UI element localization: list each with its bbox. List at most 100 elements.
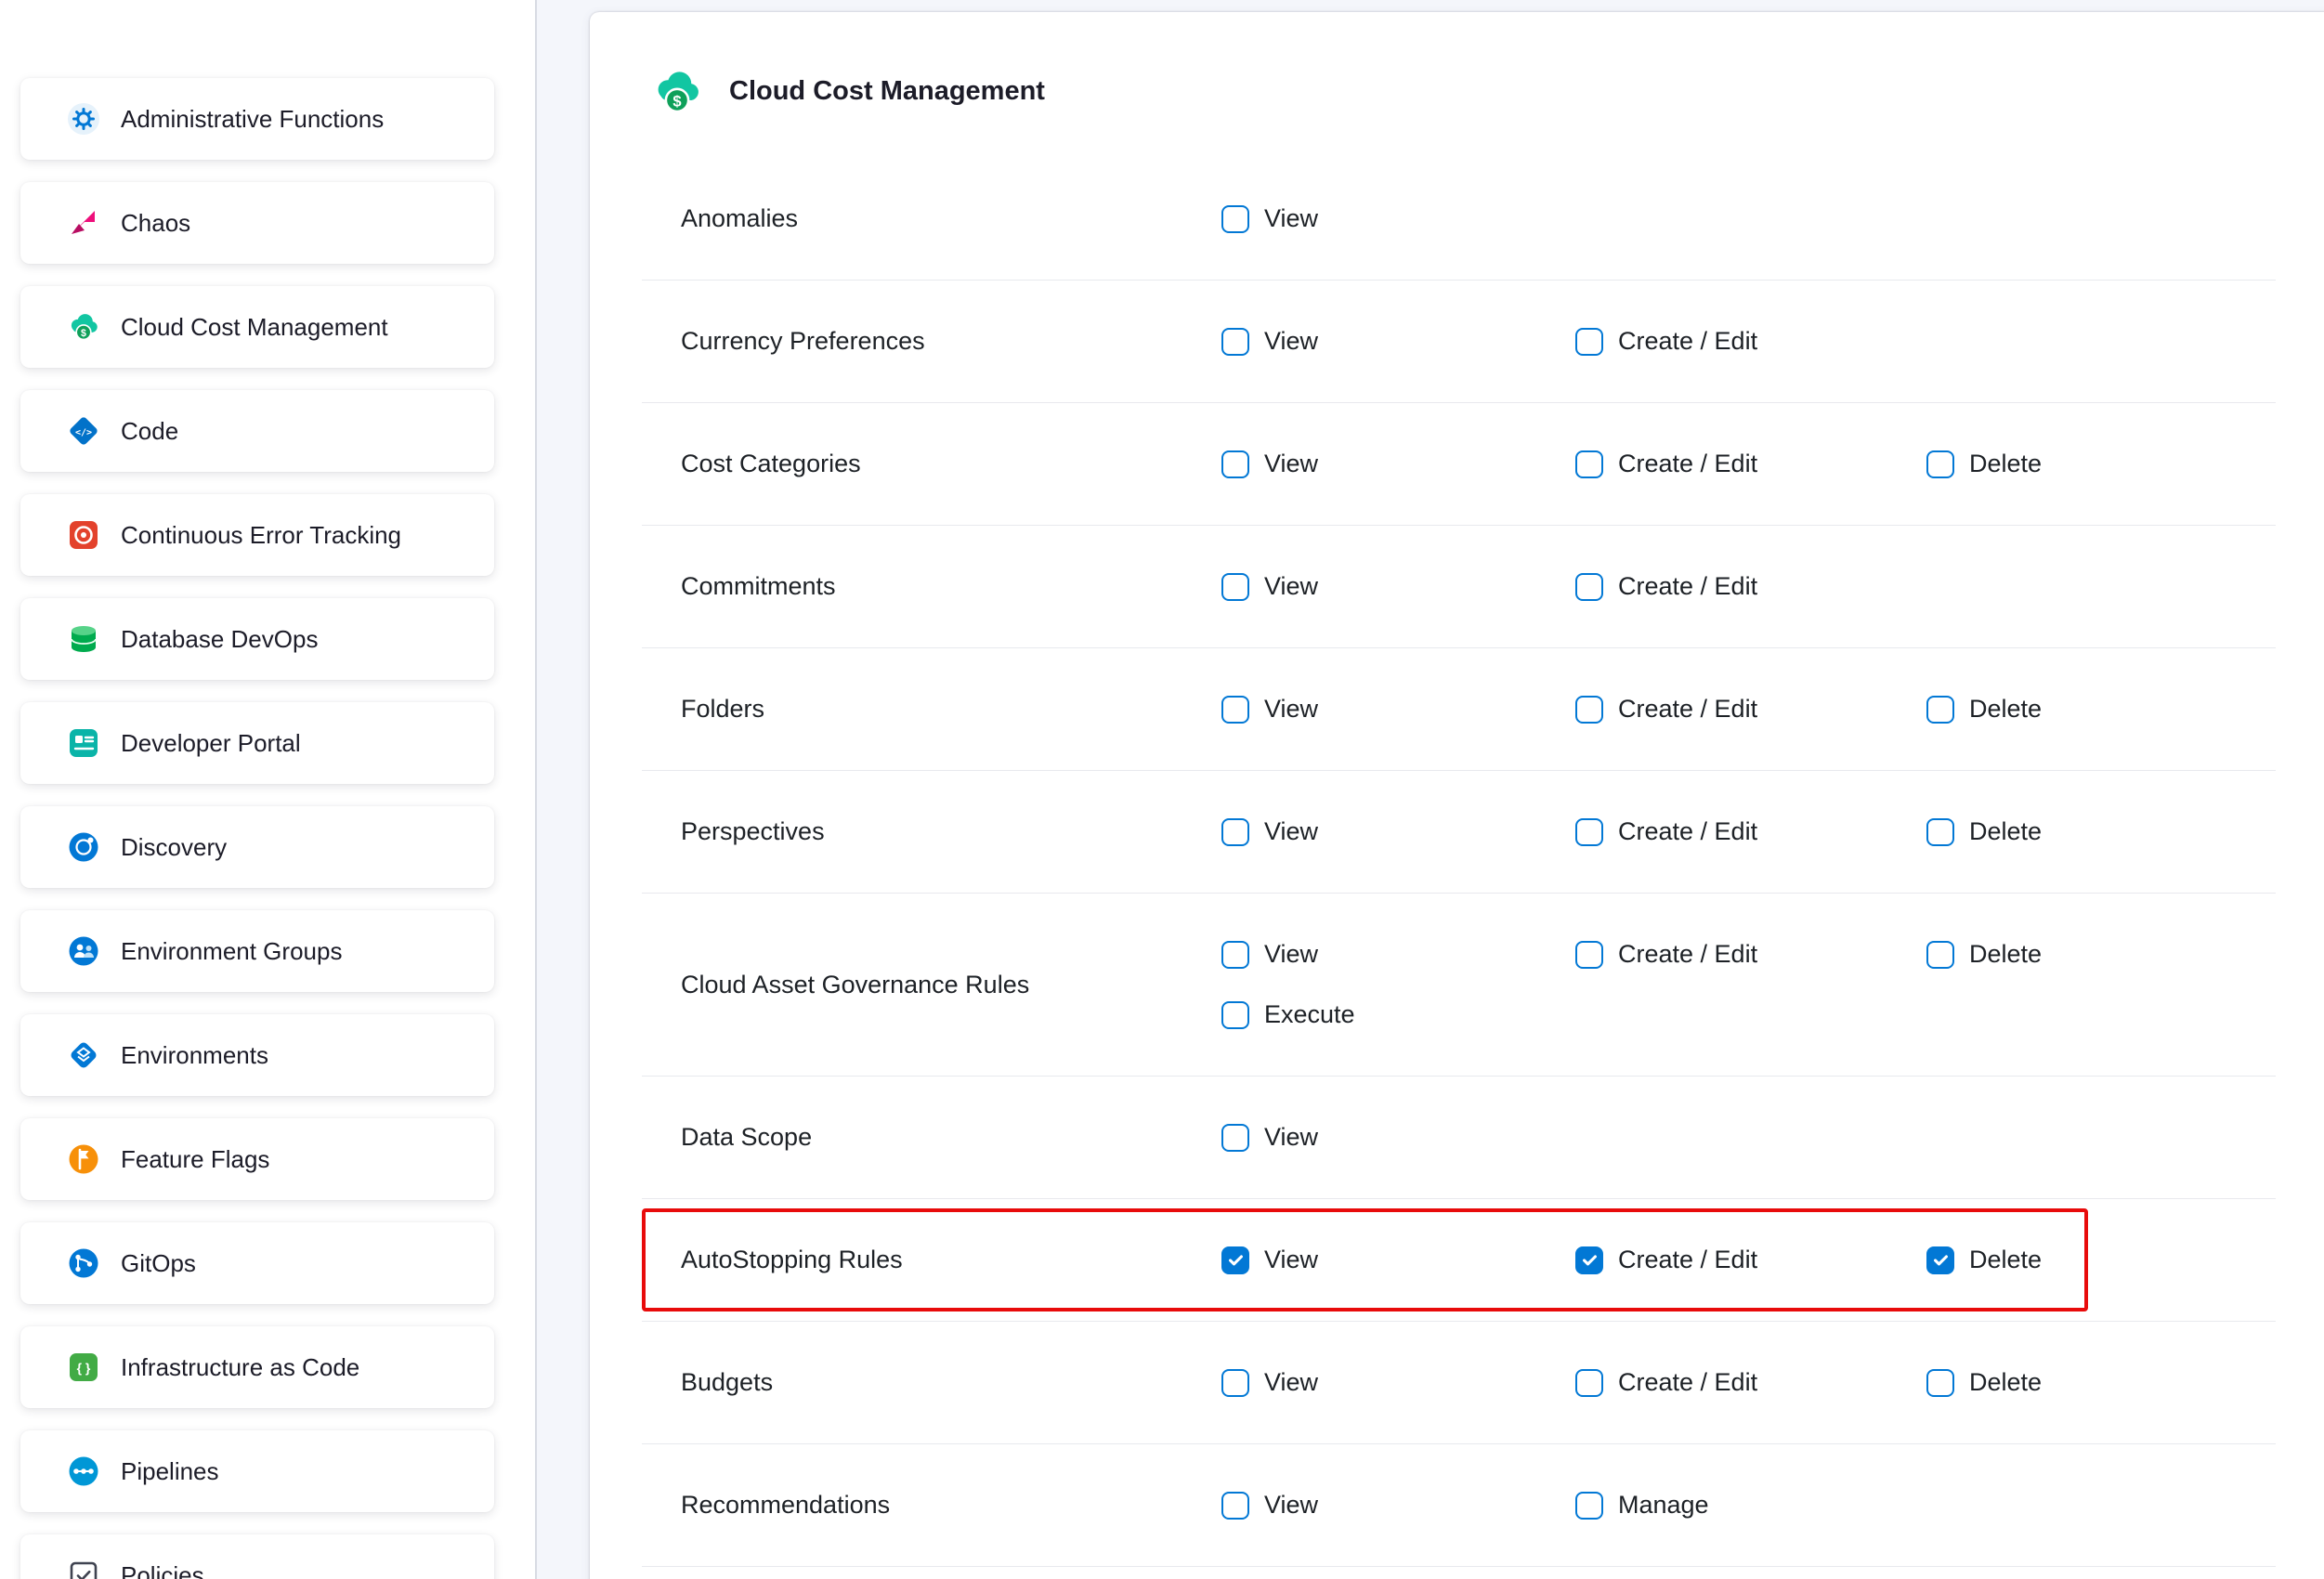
permission-create-edit: Create / Edit xyxy=(1575,817,1926,846)
permission-options: ViewCreate / EditDelete xyxy=(1221,817,2276,846)
permission-label: Delete xyxy=(1969,695,2042,724)
sidebar-item-cloud-cost-management[interactable]: $ Cloud Cost Management xyxy=(20,286,494,368)
sidebar-item-policies[interactable]: Policies xyxy=(20,1534,494,1579)
environment-groups-icon xyxy=(67,934,100,968)
permission-options: ViewCreate / EditDeleteExecute xyxy=(1221,940,2276,1029)
currency-preferences-view-checkbox[interactable] xyxy=(1221,328,1249,356)
cloud-dollar-icon: $ xyxy=(651,68,703,116)
permission-label: View xyxy=(1264,1491,1318,1520)
sidebar-item-administrative-functions[interactable]: Administrative Functions xyxy=(20,78,494,160)
anomalies-view-checkbox[interactable] xyxy=(1221,205,1249,233)
permission-label: Create / Edit xyxy=(1618,1246,1757,1274)
policies-icon xyxy=(67,1559,100,1579)
permission-category-label: Budgets xyxy=(642,1368,1221,1397)
sidebar-item-label: Cloud Cost Management xyxy=(121,313,388,342)
autostopping-rules-create-edit-checkbox[interactable] xyxy=(1575,1246,1603,1274)
permission-label: Execute xyxy=(1264,1000,1355,1029)
sidebar-item-label: Administrative Functions xyxy=(121,105,384,134)
perspectives-create-edit-checkbox[interactable] xyxy=(1575,818,1603,846)
sidebar-item-label: Code xyxy=(121,417,178,446)
permission-category-label: Cost Categories xyxy=(642,450,1221,478)
folders-view-checkbox[interactable] xyxy=(1221,696,1249,724)
permission-row-cost-categories: Cost CategoriesViewCreate / EditDelete xyxy=(642,403,2276,526)
permission-label: View xyxy=(1264,817,1318,846)
permission-label: Create / Edit xyxy=(1618,450,1757,478)
sidebar-item-code[interactable]: </>Code xyxy=(20,390,494,472)
permission-delete: Delete xyxy=(1926,695,2276,724)
permission-options: ViewCreate / EditDelete xyxy=(1221,695,2276,724)
cost-categories-delete-checkbox[interactable] xyxy=(1926,450,1954,478)
budgets-view-checkbox[interactable] xyxy=(1221,1369,1249,1397)
cost-categories-create-edit-checkbox[interactable] xyxy=(1575,450,1603,478)
permission-options: View Manage xyxy=(1221,1491,2276,1520)
data-scope-view-checkbox[interactable] xyxy=(1221,1124,1249,1152)
portal-icon xyxy=(67,726,100,760)
permission-view: View xyxy=(1221,1123,1575,1152)
permission-row-currency-preferences: Currency PreferencesViewCreate / Edit xyxy=(642,281,2276,403)
sidebar-item-environments[interactable]: Environments xyxy=(20,1014,494,1096)
sidebar-item-label: Pipelines xyxy=(121,1457,219,1486)
autostopping-rules-view-checkbox[interactable] xyxy=(1221,1246,1249,1274)
permission-label: View xyxy=(1264,1368,1318,1397)
sidebar-item-pipelines[interactable]: Pipelines xyxy=(20,1430,494,1512)
permission-label: Create / Edit xyxy=(1618,817,1757,846)
cloud-asset-governance-rules-delete-checkbox[interactable] xyxy=(1926,941,1954,969)
permission-row-cloud-asset-governance-rules: Cloud Asset Governance RulesViewCreate /… xyxy=(642,894,2276,1077)
commitments-create-edit-checkbox[interactable] xyxy=(1575,573,1603,601)
sidebar-item-chaos[interactable]: Chaos xyxy=(20,182,494,264)
budgets-create-edit-checkbox[interactable] xyxy=(1575,1369,1603,1397)
folders-delete-checkbox[interactable] xyxy=(1926,696,1954,724)
budgets-delete-checkbox[interactable] xyxy=(1926,1369,1954,1397)
perspectives-delete-checkbox[interactable] xyxy=(1926,818,1954,846)
cloud-asset-governance-rules-execute-checkbox[interactable] xyxy=(1221,1001,1249,1029)
permission-create-edit: Create / Edit xyxy=(1575,695,1926,724)
permission-options: View xyxy=(1221,1123,2276,1152)
permission-execute: Execute xyxy=(1221,1000,1575,1029)
permission-category-label: Anomalies xyxy=(642,204,1221,233)
gear-icon xyxy=(67,102,100,136)
cloud-asset-governance-rules-view-checkbox[interactable] xyxy=(1221,941,1249,969)
perspectives-view-checkbox[interactable] xyxy=(1221,818,1249,846)
folders-create-edit-checkbox[interactable] xyxy=(1575,696,1603,724)
sidebar-item-label: Database DevOps xyxy=(121,625,318,654)
permission-view: View xyxy=(1221,940,1575,969)
commitments-view-checkbox[interactable] xyxy=(1221,573,1249,601)
recommendations-manage-checkbox[interactable] xyxy=(1575,1492,1603,1520)
permission-category-label: Folders xyxy=(642,695,1221,724)
module-list: Administrative Functions Chaos $ Cloud Cost… xyxy=(0,78,535,1579)
sidebar-item-discovery[interactable]: Discovery xyxy=(20,806,494,888)
autostopping-rules-delete-checkbox[interactable] xyxy=(1926,1246,1954,1274)
permission-row-recommendations: RecommendationsViewManage xyxy=(642,1444,2276,1567)
cloud-dollar-icon: $ xyxy=(67,310,100,344)
sidebar-item-continuous-error-tracking[interactable]: Continuous Error Tracking xyxy=(20,494,494,576)
sidebar-item-infrastructure-as-code[interactable]: { } Infrastructure as Code xyxy=(20,1326,494,1408)
currency-preferences-create-edit-checkbox[interactable] xyxy=(1575,328,1603,356)
permission-options: ViewCreate / EditDelete xyxy=(1221,1368,2276,1397)
sidebar-item-feature-flags[interactable]: Feature Flags xyxy=(20,1118,494,1200)
svg-text:{ }: { } xyxy=(77,1361,91,1376)
main-content: $ Cloud Cost Management AnomaliesViewCur… xyxy=(537,0,2324,1579)
sidebar-item-label: Discovery xyxy=(121,833,227,862)
sidebar-item-gitops[interactable]: GitOps xyxy=(20,1222,494,1304)
recommendations-view-checkbox[interactable] xyxy=(1221,1492,1249,1520)
permission-view: View xyxy=(1221,1368,1575,1397)
permission-view: View xyxy=(1221,1491,1575,1520)
sidebar-item-environment-groups[interactable]: Environment Groups xyxy=(20,910,494,992)
sidebar-item-developer-portal[interactable]: Developer Portal xyxy=(20,702,494,784)
cloud-asset-governance-rules-create-edit-checkbox[interactable] xyxy=(1575,941,1603,969)
permission-view: View xyxy=(1221,327,1575,356)
flag-icon xyxy=(67,1142,100,1176)
permission-delete: Delete xyxy=(1926,450,2276,478)
permission-view: View xyxy=(1221,572,1575,601)
permission-label: View xyxy=(1264,327,1318,356)
sidebar-item-database-devops[interactable]: Database DevOps xyxy=(20,598,494,680)
permission-category-label: Perspectives xyxy=(642,817,1221,846)
permission-manage: Manage xyxy=(1575,1491,1926,1520)
permission-view: View xyxy=(1221,1246,1575,1274)
permission-create-edit: Create / Edit xyxy=(1575,450,1926,478)
sidebar-item-label: Infrastructure as Code xyxy=(121,1353,359,1382)
permission-row-perspectives: PerspectivesViewCreate / EditDelete xyxy=(642,771,2276,894)
page-title: Cloud Cost Management xyxy=(729,76,1045,107)
permission-create-edit: Create / Edit xyxy=(1575,327,1926,356)
cost-categories-view-checkbox[interactable] xyxy=(1221,450,1249,478)
